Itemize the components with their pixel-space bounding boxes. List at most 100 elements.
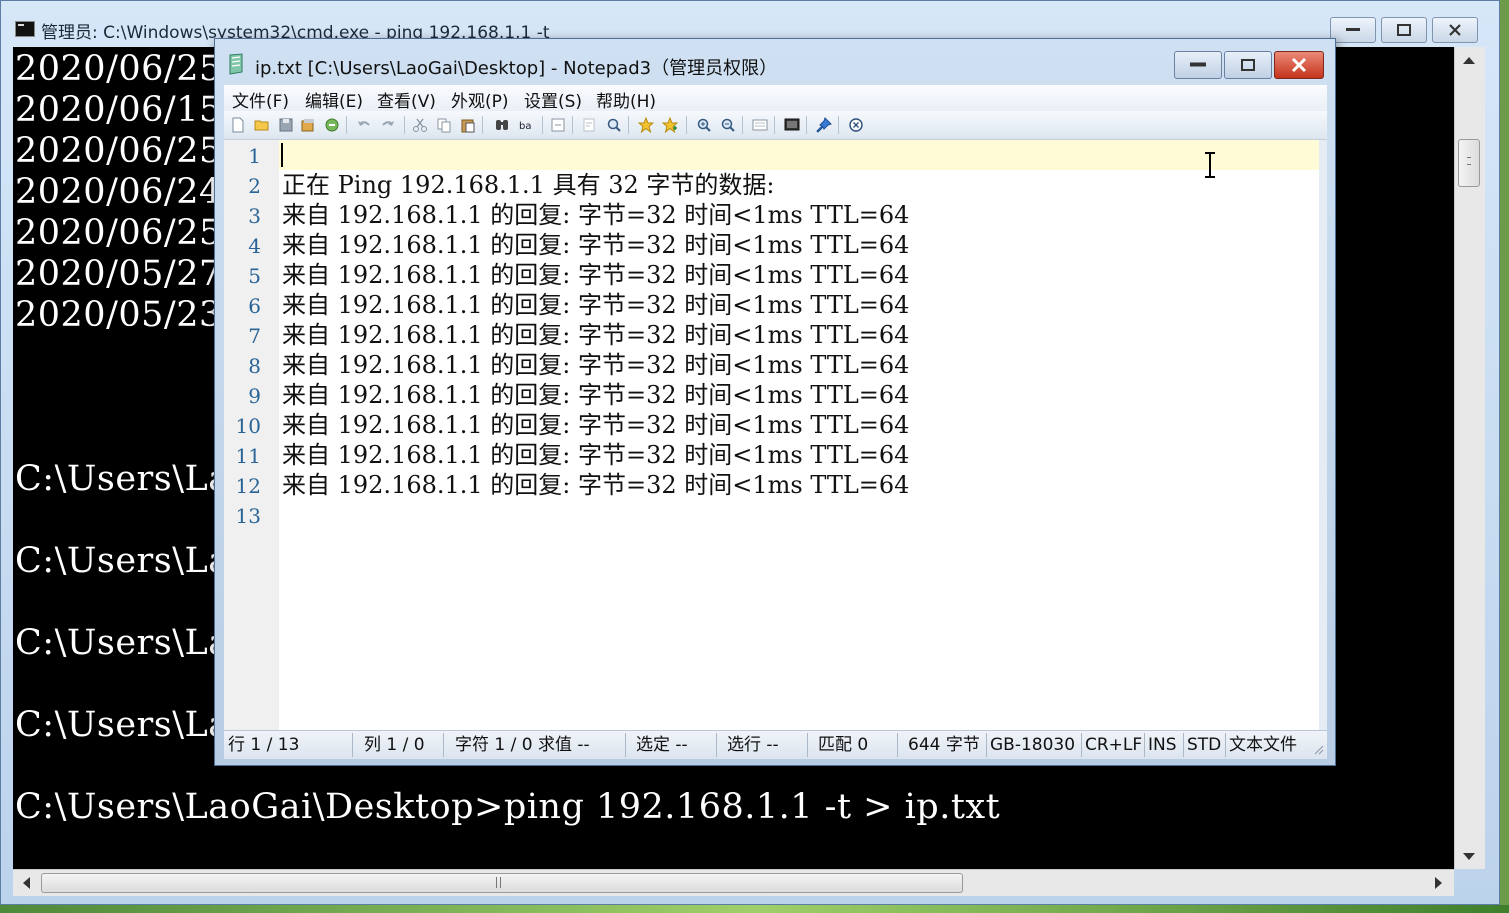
ibeam-cursor-icon: [1205, 152, 1215, 178]
menu-view[interactable]: 查看(V): [377, 87, 436, 112]
cmd-horizontal-scroll-thumb[interactable]: [41, 873, 963, 893]
undo-icon[interactable]: [356, 117, 372, 133]
pin-icon[interactable]: [816, 117, 832, 133]
zoom-out-icon[interactable]: [720, 117, 736, 133]
save-as-icon[interactable]: [300, 117, 316, 133]
status-std[interactable]: STD: [1187, 734, 1221, 756]
menu-edit[interactable]: 编辑(E): [305, 87, 363, 112]
status-character[interactable]: 字符 1 / 0 求值 --: [455, 734, 590, 756]
cmd-minimize-button[interactable]: [1330, 17, 1376, 43]
paste-icon[interactable]: [460, 117, 476, 133]
status-selection[interactable]: 选定 --: [636, 734, 688, 756]
current-line-highlight: [279, 140, 1319, 170]
maximize-icon: [1241, 59, 1255, 71]
status-encoding[interactable]: GB-18030: [990, 734, 1075, 756]
line-number-gutter[interactable]: 1 2 3 4 5 6 7 8 9 10 11 12 13: [224, 140, 279, 730]
status-line-endings[interactable]: CR+LF: [1085, 734, 1142, 756]
desktop-background: [0, 905, 1509, 913]
status-file-type[interactable]: 文本文件: [1229, 734, 1297, 756]
console-line: 2020/06/25: [15, 213, 222, 253]
console-prompt: C:\Users\La: [15, 459, 230, 499]
notepad-minimize-button[interactable]: [1174, 51, 1222, 79]
menubar: 文件(F) 编辑(E) 查看(V) 外观(P) 设置(S) 帮助(H): [224, 85, 1327, 112]
line-number: 11: [235, 444, 261, 468]
toolbar-separator: [686, 116, 687, 134]
copy-icon[interactable]: [436, 117, 452, 133]
favorite-icon[interactable]: [638, 117, 654, 133]
toolbar-separator: [742, 116, 743, 134]
editor-line: 来自 192.168.1.1 的回复: 字节=32 时间<1ms TTL=64: [282, 381, 910, 409]
scroll-right-icon[interactable]: [1435, 877, 1442, 889]
view-icon[interactable]: [752, 117, 768, 133]
status-divider: [986, 733, 987, 757]
scheme-icon[interactable]: [784, 117, 800, 133]
status-matches[interactable]: 匹配 0: [818, 734, 868, 756]
find-icon[interactable]: [494, 117, 510, 133]
notepad3-titlebar[interactable]: ip.txt [C:\Users\LaoGai\Desktop] - Notep…: [215, 39, 1335, 85]
status-divider: [352, 733, 353, 757]
editor-line: 来自 192.168.1.1 的回复: 字节=32 时间<1ms TTL=64: [282, 291, 910, 319]
editor-line: 正在 Ping 192.168.1.1 具有 32 字节的数据:: [282, 171, 775, 199]
cut-icon[interactable]: [412, 117, 428, 133]
toolbar-separator: [542, 116, 543, 134]
menu-help[interactable]: 帮助(H): [596, 87, 656, 112]
scroll-left-icon[interactable]: [23, 877, 30, 889]
svg-text:ba: ba: [519, 121, 531, 132]
menu-file[interactable]: 文件(F): [232, 87, 289, 112]
replace-icon[interactable]: ba: [518, 117, 534, 133]
status-divider: [1144, 733, 1145, 757]
close-icon: [1449, 24, 1461, 36]
cmd-horizontal-scrollbar[interactable]: [13, 869, 1454, 896]
toolbar-separator: [572, 116, 573, 134]
editor-line: 来自 192.168.1.1 的回复: 字节=32 时间<1ms TTL=64: [282, 351, 910, 379]
cmd-maximize-button[interactable]: [1381, 17, 1427, 43]
minimize-icon: [1346, 28, 1360, 31]
console-line: 2020/06/25: [15, 49, 222, 89]
menu-settings[interactable]: 设置(S): [524, 87, 582, 112]
status-divider: [1081, 733, 1082, 757]
cmd-vertical-scrollbar[interactable]: [1454, 47, 1485, 869]
scroll-down-icon[interactable]: [1463, 853, 1475, 860]
status-selected-lines[interactable]: 选行 --: [727, 734, 779, 756]
text-editor[interactable]: 正在 Ping 192.168.1.1 具有 32 字节的数据: 来自 192.…: [279, 140, 1319, 730]
toolbar-separator: [346, 116, 347, 134]
line-number: 4: [248, 234, 261, 258]
status-divider: [1225, 733, 1226, 757]
console-prompt: C:\Users\La: [15, 541, 230, 581]
console-icon: [15, 21, 35, 37]
menu-appearance[interactable]: 外观(P): [451, 87, 509, 112]
open-icon[interactable]: [254, 117, 270, 133]
cmd-vertical-scroll-thumb[interactable]: [1458, 139, 1480, 187]
status-line[interactable]: 行 1 / 13: [228, 734, 299, 756]
add-favorite-icon[interactable]: [662, 117, 678, 133]
goto-icon[interactable]: [550, 117, 566, 133]
line-number: 7: [248, 324, 261, 348]
scroll-up-icon[interactable]: [1463, 57, 1475, 64]
zoom-in-icon[interactable]: [696, 117, 712, 133]
console-line: 2020/05/27: [15, 254, 222, 294]
resize-grip-icon[interactable]: [1314, 745, 1324, 755]
revert-icon[interactable]: [324, 117, 340, 133]
zoom-icon[interactable]: [606, 117, 622, 133]
cmd-close-button[interactable]: [1432, 17, 1478, 43]
notepad-close-button[interactable]: [1274, 51, 1324, 79]
wordwrap-icon[interactable]: [582, 117, 598, 133]
status-column[interactable]: 列 1 / 0: [364, 734, 425, 756]
minimize-icon: [1190, 62, 1206, 67]
close-file-icon[interactable]: [848, 117, 864, 133]
redo-icon[interactable]: [380, 117, 396, 133]
save-icon[interactable]: [278, 117, 294, 133]
notepad-maximize-button[interactable]: [1224, 51, 1272, 79]
editor-line: 来自 192.168.1.1 的回复: 字节=32 时间<1ms TTL=64: [282, 471, 910, 499]
new-icon[interactable]: [230, 117, 246, 133]
editor-line: 来自 192.168.1.1 的回复: 字节=32 时间<1ms TTL=64: [282, 261, 910, 289]
status-file-size[interactable]: 644 字节: [908, 734, 980, 756]
close-icon: [1291, 57, 1307, 73]
status-insert-mode[interactable]: INS: [1148, 734, 1177, 756]
console-line: 2020/06/25: [15, 131, 222, 171]
toolbar-separator: [838, 116, 839, 134]
console-line: 2020/06/15: [15, 90, 222, 130]
editor-line: 来自 192.168.1.1 的回复: 字节=32 时间<1ms TTL=64: [282, 321, 910, 349]
toolbar-separator: [628, 116, 629, 134]
toolbar: ba: [224, 111, 1327, 140]
